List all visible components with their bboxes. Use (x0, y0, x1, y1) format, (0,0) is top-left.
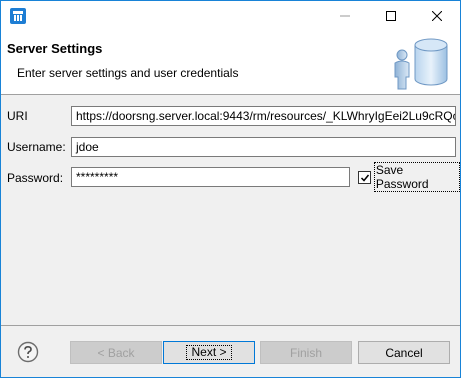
checkmark-icon (360, 174, 370, 182)
header-banner: Server Settings Enter server settings an… (1, 31, 460, 95)
next-button[interactable]: Next > (163, 341, 255, 364)
title-bar[interactable] (1, 1, 460, 31)
maximize-icon (386, 11, 396, 21)
minimize-icon (340, 15, 350, 17)
banner-description: Enter server settings and user credentia… (17, 66, 239, 80)
banner-title: Server Settings (7, 41, 103, 56)
back-button[interactable]: < Back (70, 341, 162, 364)
bottom-separator (1, 325, 460, 326)
uri-field[interactable]: https://doorsng.server.local:9443/rm/res… (71, 106, 456, 126)
uri-label: URI (7, 109, 28, 123)
close-icon (432, 11, 442, 21)
server-user-icon (387, 35, 449, 94)
app-icon (10, 8, 26, 24)
password-field[interactable]: ********* (71, 167, 350, 187)
finish-button[interactable]: Finish (260, 341, 352, 364)
password-label: Password: (7, 171, 64, 185)
save-password-checkbox[interactable]: Save Password (358, 162, 460, 192)
next-button-label: Next > (186, 345, 232, 360)
username-field[interactable]: jdoe (71, 137, 456, 157)
help-button[interactable] (17, 341, 39, 366)
save-password-label: Save Password (373, 162, 460, 192)
maximize-button[interactable] (368, 1, 414, 31)
dialog-window: Server Settings Enter server settings an… (0, 0, 461, 378)
minimize-button[interactable] (322, 1, 368, 31)
cancel-button[interactable]: Cancel (358, 341, 450, 364)
save-password-box[interactable] (358, 170, 371, 184)
username-label: Username: (7, 140, 66, 154)
close-button[interactable] (414, 1, 460, 31)
help-icon (17, 341, 39, 363)
